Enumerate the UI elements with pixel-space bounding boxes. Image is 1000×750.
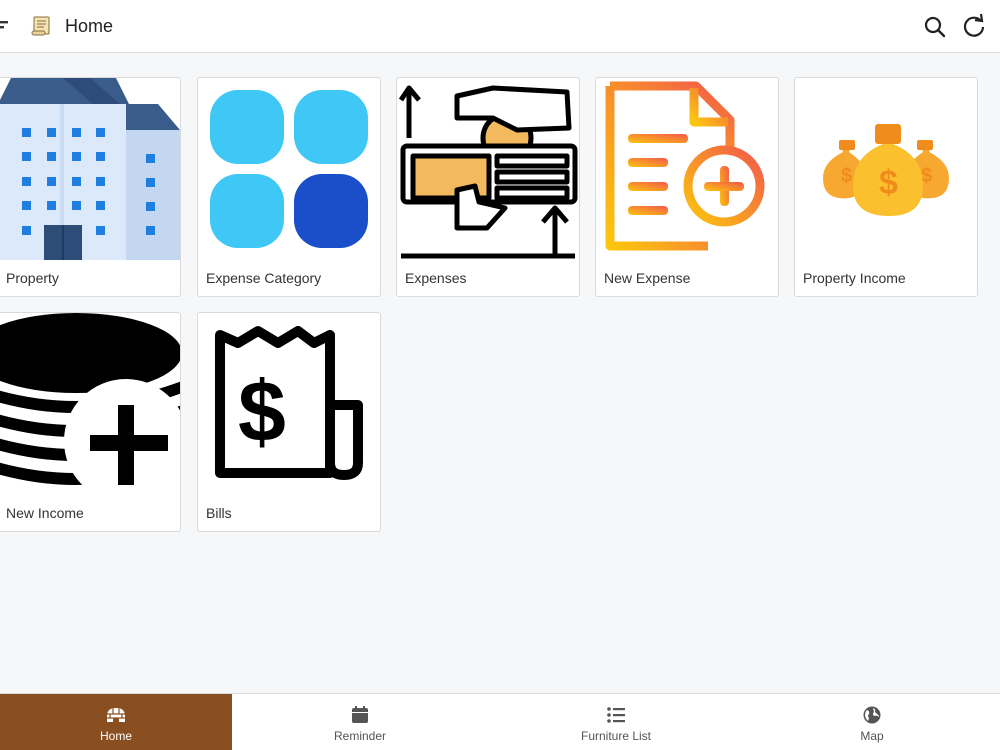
app-bar: Home — [0, 0, 1000, 53]
nav-item-home[interactable]: Home — [0, 694, 232, 750]
nav-label: Furniture List — [580, 729, 652, 743]
money-bags-icon: $ $ $ — [795, 78, 977, 260]
category-grid-icon — [198, 78, 380, 260]
refresh-icon[interactable] — [961, 13, 987, 39]
tile-expenses[interactable]: Expenses — [396, 77, 580, 297]
tile-label: Expenses — [405, 270, 467, 286]
tile-property-income[interactable]: $ $ $ Property Income — [794, 77, 978, 297]
tile-property[interactable]: Property — [0, 77, 181, 297]
tile-new-income[interactable]: New Income — [0, 312, 181, 532]
nav-item-reminder[interactable]: Reminder — [232, 694, 488, 750]
building-icon — [0, 78, 180, 260]
tile-label: Property Income — [803, 270, 906, 286]
hamburger-icon[interactable] — [0, 14, 12, 36]
bottom-nav: Home Reminder Furniture List Map — [0, 693, 1000, 750]
receipt-dollar-icon: $ — [198, 313, 380, 495]
nav-label: Reminder — [333, 729, 387, 743]
document-plus-icon — [596, 78, 778, 260]
list-icon — [607, 707, 625, 723]
igloo-icon — [107, 708, 125, 722]
tile-label: New Expense — [604, 270, 691, 286]
money-hand-icon — [397, 78, 579, 260]
svg-text:$: $ — [238, 364, 286, 460]
svg-text:$: $ — [879, 164, 898, 202]
nav-label: Home — [99, 729, 132, 743]
tile-new-expense[interactable]: New Expense — [595, 77, 779, 297]
tile-label: New Income — [6, 505, 84, 521]
tile-label: Property — [6, 270, 59, 286]
calendar-icon — [352, 706, 368, 723]
tile-bills[interactable]: $ Bills — [197, 312, 381, 532]
search-icon[interactable] — [922, 14, 948, 40]
nav-label: Map — [860, 729, 884, 743]
scroll-icon — [31, 16, 50, 36]
tile-label: Bills — [206, 505, 232, 521]
nav-item-furniture-list[interactable]: Furniture List — [488, 694, 744, 750]
globe-icon — [863, 706, 881, 724]
tile-label: Expense Category — [206, 270, 322, 286]
nav-item-map[interactable]: Map — [744, 694, 1000, 750]
page-title: Home — [65, 16, 114, 36]
tile-expense-category[interactable]: Expense Category — [197, 77, 381, 297]
svg-text:$: $ — [841, 165, 852, 187]
coins-plus-icon — [0, 313, 180, 495]
